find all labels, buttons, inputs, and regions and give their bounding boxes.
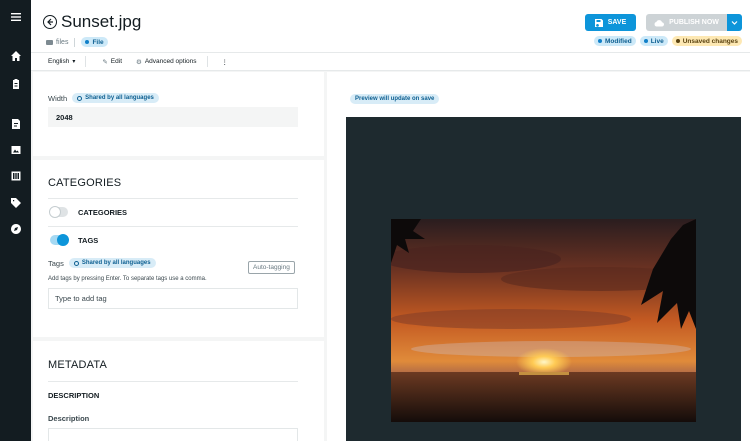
content-add-icon[interactable] <box>0 112 31 136</box>
gear-icon: ⚙ <box>136 58 142 66</box>
editor-header: Sunset.jpg files File SAVE PUBLISH NOW M… <box>31 0 750 53</box>
shared-by-all-languages-badge: Shared by all languages <box>68 258 156 268</box>
publish-options-button[interactable] <box>727 14 742 31</box>
page-title: Sunset.jpg <box>61 12 142 31</box>
save-button[interactable]: SAVE <box>585 14 636 31</box>
globe-icon <box>73 260 79 266</box>
image-preview <box>346 117 741 441</box>
metadata-section-title: METADATA <box>48 359 108 371</box>
status-badge-modified: Modified <box>593 36 636 46</box>
preview-panel: Preview will update on save <box>327 72 750 441</box>
media-icon[interactable] <box>0 138 31 162</box>
pencil-icon: ✎ <box>102 58 108 66</box>
advanced-options-button[interactable]: ⚙ Advanced options <box>136 58 197 66</box>
width-label: Width <box>48 93 68 103</box>
auto-tagging-button[interactable]: Auto-tagging <box>248 261 295 274</box>
description-label: Description <box>48 414 90 423</box>
cloud-upload-icon <box>654 19 665 27</box>
tags-toggle-label: TAGS <box>78 235 99 245</box>
categories-toggle[interactable] <box>49 206 68 218</box>
tags-label: Tags <box>48 258 64 268</box>
categories-toggle-label: CATEGORIES <box>78 207 128 217</box>
globe-icon <box>77 95 83 101</box>
tags-input[interactable]: Type to add tag <box>48 288 298 309</box>
edit-button[interactable]: ✎ Edit <box>102 58 122 66</box>
sunset-photo <box>391 219 696 422</box>
back-icon[interactable] <box>43 15 57 29</box>
publish-now-button[interactable]: PUBLISH NOW <box>646 14 727 31</box>
section-divider <box>48 226 298 227</box>
chevron-down-icon: ▾ <box>72 59 76 65</box>
shared-by-all-languages-badge: Shared by all languages <box>72 93 159 103</box>
clipboard-icon[interactable] <box>0 72 31 96</box>
tags-help-text: Add tags by pressing Enter. To separate … <box>48 276 207 282</box>
status-badge-unsaved: Unsaved changes <box>671 36 742 46</box>
breadcrumb-folder[interactable]: files <box>56 39 68 46</box>
width-input[interactable]: 2048 <box>48 107 298 127</box>
editor-toolbar: English ▾ ✎ Edit ⚙ Advanced options ⋮ <box>31 53 750 71</box>
compass-icon[interactable] <box>0 217 31 241</box>
width-field-card: Width Shared by all languages 2048 <box>33 72 324 156</box>
description-input[interactable] <box>48 428 298 441</box>
breadcrumb-divider <box>74 37 76 47</box>
chevron-down-icon <box>731 21 738 25</box>
preview-notice-badge: Preview will update on save <box>350 94 440 104</box>
section-divider <box>48 381 298 382</box>
field-editor-panel: Width Shared by all languages 2048 CATEG… <box>31 72 326 441</box>
section-divider <box>48 198 298 199</box>
description-subheading: DESCRIPTION <box>48 391 100 400</box>
more-options-icon[interactable]: ⋮ <box>222 58 229 66</box>
breadcrumb: files File <box>46 37 108 47</box>
home-icon[interactable] <box>0 44 31 68</box>
folder-icon <box>46 39 53 45</box>
metadata-section: METADATA DESCRIPTION Description <box>33 341 324 441</box>
save-icon <box>594 18 603 27</box>
status-badges: Modified Live Unsaved changes <box>593 36 742 46</box>
side-navigation <box>0 0 31 441</box>
toolbar-divider <box>206 56 208 67</box>
tag-icon[interactable] <box>0 191 31 215</box>
menu-icon[interactable] <box>0 5 31 29</box>
categories-section: CATEGORIES CATEGORIES TAGS Tags Shared b… <box>33 160 324 337</box>
toolbar-divider <box>85 56 87 67</box>
tags-toggle[interactable] <box>50 234 69 246</box>
type-badge: File <box>81 37 108 47</box>
file-icon <box>85 40 90 44</box>
status-badge-live: Live <box>639 36 668 46</box>
categories-section-title: CATEGORIES <box>48 177 122 189</box>
language-select[interactable]: English ▾ <box>48 58 75 65</box>
components-icon[interactable] <box>0 164 31 188</box>
